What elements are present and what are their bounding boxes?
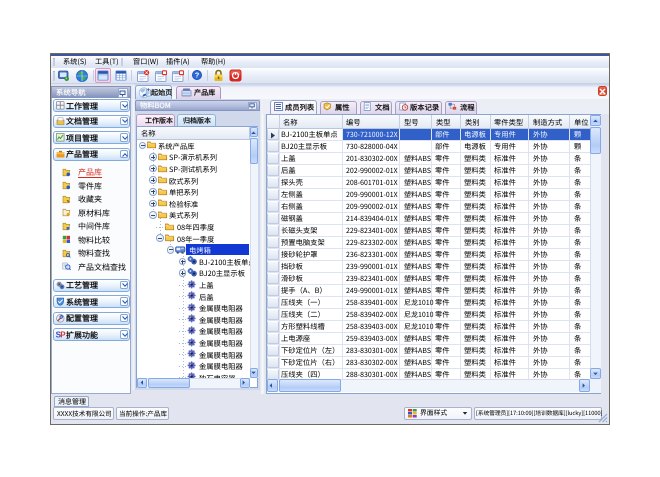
svg-text:P: P xyxy=(60,331,66,340)
svg-text:?: ? xyxy=(195,71,200,80)
